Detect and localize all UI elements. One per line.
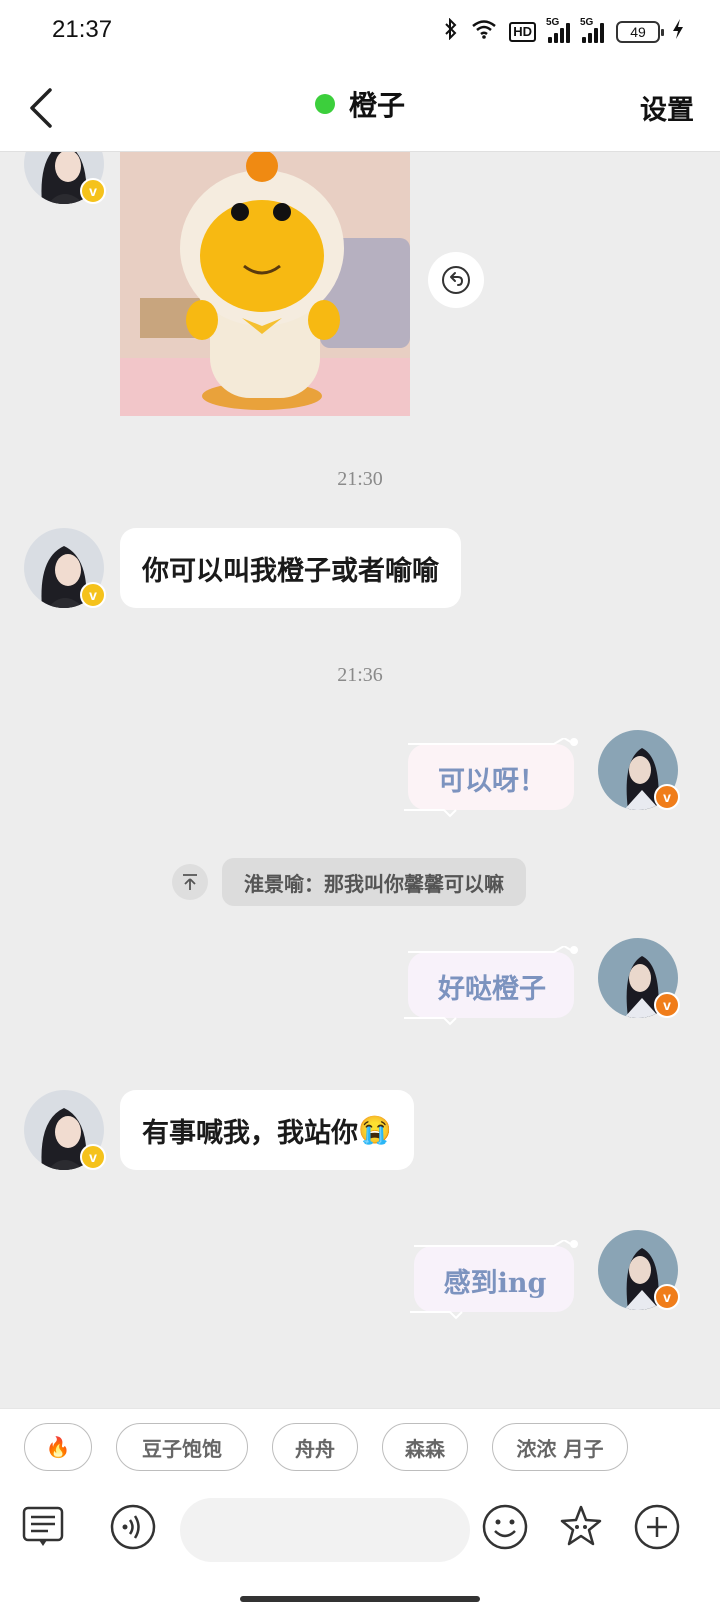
verified-badge-icon: v bbox=[654, 784, 680, 810]
status-icons: HD 5G 5G 49 bbox=[443, 17, 684, 46]
menu-icon[interactable] bbox=[18, 1502, 68, 1552]
online-status-dot bbox=[314, 94, 335, 114]
message-timestamp: 21:36 bbox=[337, 664, 383, 686]
contact-avatar[interactable]: v bbox=[24, 152, 106, 204]
chat-screen: 21:37 HD 5G 5G 49 橙子 设置 v 21:30 v 你可以叫我橙… bbox=[0, 0, 720, 1612]
hd-icon: HD bbox=[509, 22, 536, 42]
my-avatar[interactable]: v bbox=[598, 730, 680, 810]
signal-icon: 5G bbox=[546, 17, 570, 43]
home-indicator[interactable] bbox=[240, 1596, 480, 1602]
status-bar: 21:37 HD 5G 5G 49 bbox=[0, 0, 720, 62]
message-text: 有事喊我，我站你 bbox=[142, 1117, 358, 1149]
verified-badge-icon: v bbox=[80, 178, 106, 204]
emoji-icon[interactable] bbox=[480, 1502, 530, 1552]
bluetooth-icon bbox=[443, 17, 459, 46]
sticker-image[interactable] bbox=[120, 152, 410, 416]
message-text: 感到ing bbox=[443, 1267, 547, 1299]
page-title: 橙子 bbox=[348, 89, 405, 122]
my-avatar[interactable]: v bbox=[598, 1230, 680, 1310]
quick-reply-bar: 🔥 豆子饱饱 舟舟 森森 浓浓 月子 bbox=[0, 1408, 720, 1488]
crying-emoji-icon: 😭 bbox=[358, 1115, 392, 1146]
quoted-message[interactable]: 淮景喻：那我叫你馨馨可以嘛 bbox=[172, 858, 526, 906]
wifi-icon bbox=[471, 19, 497, 45]
message-bubble[interactable]: 好哒橙子 bbox=[404, 946, 580, 1026]
charging-icon bbox=[672, 18, 684, 46]
sticker-icon[interactable] bbox=[556, 1502, 606, 1552]
quick-reply-chip[interactable]: 豆子饱饱 bbox=[116, 1423, 248, 1471]
add-icon[interactable] bbox=[632, 1502, 682, 1552]
input-bar bbox=[0, 1488, 720, 1612]
nav-title-group: 橙子 bbox=[0, 84, 720, 124]
message-text: 好哒橙子 bbox=[438, 973, 546, 1005]
message-timestamp: 21:30 bbox=[337, 468, 383, 490]
quick-reply-chip[interactable]: 浓浓 月子 bbox=[492, 1423, 628, 1471]
message-text: 可以呀！ bbox=[438, 765, 546, 797]
settings-button[interactable]: 设置 bbox=[640, 88, 694, 127]
message-bubble[interactable]: 感到ing bbox=[410, 1240, 580, 1320]
signal-icon: 5G bbox=[580, 17, 604, 43]
message-input[interactable] bbox=[180, 1498, 470, 1562]
quote-text: 淮景喻：那我叫你馨馨可以嘛 bbox=[222, 858, 526, 906]
quick-reply-chip[interactable]: 舟舟 bbox=[272, 1423, 358, 1471]
quick-reply-fire[interactable]: 🔥 bbox=[24, 1423, 92, 1471]
voice-icon[interactable] bbox=[108, 1502, 158, 1552]
verified-badge-icon: v bbox=[654, 1284, 680, 1310]
contact-avatar[interactable]: v bbox=[24, 1090, 106, 1170]
verified-badge-icon: v bbox=[80, 582, 106, 608]
forward-button[interactable] bbox=[428, 252, 484, 308]
contact-avatar[interactable]: v bbox=[24, 528, 106, 608]
verified-badge-icon: v bbox=[80, 1144, 106, 1170]
message-bubble[interactable]: 你可以叫我橙子或者喻喻 bbox=[120, 528, 461, 608]
quick-reply-chip[interactable]: 森森 bbox=[382, 1423, 468, 1471]
my-avatar[interactable]: v bbox=[598, 938, 680, 1018]
message-list[interactable]: v 21:30 v 你可以叫我橙子或者喻喻 21:36 可以呀！ v 淮景喻：那… bbox=[0, 152, 720, 1408]
status-time: 21:37 bbox=[52, 16, 113, 43]
nav-bar: 橙子 设置 bbox=[0, 62, 720, 152]
verified-badge-icon: v bbox=[654, 992, 680, 1018]
message-bubble[interactable]: 有事喊我，我站你 😭 bbox=[120, 1090, 414, 1170]
pin-to-top-icon[interactable] bbox=[172, 864, 208, 900]
message-bubble[interactable]: 可以呀！ bbox=[404, 738, 580, 818]
battery-icon: 49 bbox=[616, 21, 664, 43]
